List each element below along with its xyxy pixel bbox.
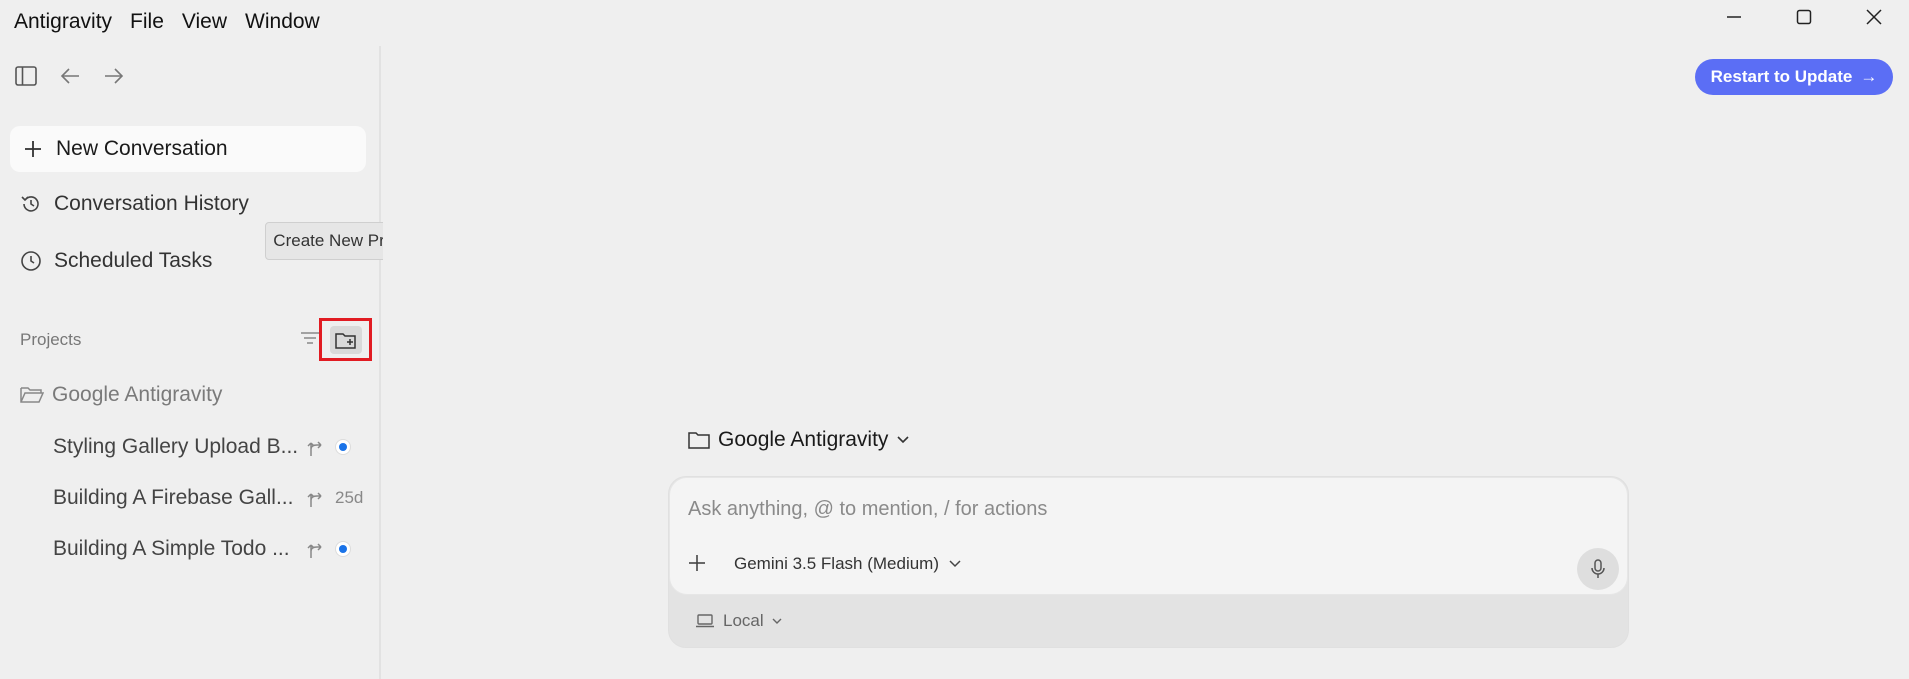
window-controls (1699, 0, 1909, 34)
conversation-age: 25d (335, 488, 364, 507)
branch-icon (303, 437, 327, 457)
arrow-left-icon (60, 68, 79, 84)
microphone-button[interactable] (1577, 548, 1619, 590)
menu-view[interactable]: View (182, 10, 227, 34)
branch-icon (303, 488, 327, 508)
filter-icon (301, 332, 319, 344)
chevron-down-icon (949, 560, 961, 568)
conversation-title: Building A Firebase Gall... (53, 486, 294, 509)
project-name: Google Antigravity (52, 383, 223, 406)
plus-icon (689, 555, 705, 571)
minimize-icon (1727, 16, 1741, 18)
create-project-button[interactable] (319, 318, 372, 361)
composer-box: Ask anything, @ to mention, / for action… (669, 477, 1628, 595)
menu-bar: Antigravity File View Window (14, 10, 320, 34)
plus-icon (25, 141, 41, 157)
chevron-down-icon (772, 618, 782, 624)
conversation-title: Styling Gallery Upload B... (53, 435, 299, 458)
status-dot-icon (335, 439, 351, 455)
location-selector[interactable]: Local (695, 611, 782, 631)
forward-button[interactable] (102, 64, 126, 88)
conversation-item[interactable]: Building A Firebase Gall... 25d (53, 486, 373, 510)
menu-file[interactable]: File (130, 10, 164, 34)
main-panel: Restart to Update → Google Antigravity A… (383, 46, 1909, 679)
folder-plus-icon (334, 332, 356, 349)
workspace-name: Google Antigravity (718, 428, 889, 451)
close-icon (1866, 9, 1882, 25)
minimize-button[interactable] (1699, 0, 1769, 34)
menu-app[interactable]: Antigravity (14, 10, 112, 34)
status-dot-icon (335, 541, 351, 557)
conversation-history-item[interactable]: Conversation History (20, 192, 249, 216)
clock-icon (21, 251, 41, 271)
arrow-right-icon (105, 68, 124, 84)
filter-button[interactable] (300, 329, 320, 352)
new-conversation-button[interactable]: New Conversation (10, 126, 366, 172)
project-google-antigravity[interactable]: Google Antigravity (20, 383, 222, 407)
conversation-item[interactable]: Building A Simple Todo ... (53, 537, 373, 561)
folder-open-icon (20, 387, 44, 403)
sidebar-toolbar (14, 64, 126, 88)
toggle-sidebar-button[interactable] (14, 64, 38, 88)
back-button[interactable] (58, 64, 82, 88)
menu-window[interactable]: Window (245, 10, 320, 34)
new-conversation-label: New Conversation (56, 137, 228, 160)
location-label: Local (723, 611, 764, 630)
arrow-right-icon: → (1860, 67, 1878, 86)
branch-icon (303, 539, 327, 559)
projects-heading: Projects (20, 330, 82, 349)
model-name: Gemini 3.5 Flash (Medium) (734, 554, 940, 573)
microphone-icon (1591, 559, 1605, 578)
composer: Ask anything, @ to mention, / for action… (668, 476, 1629, 648)
title-bar: Antigravity File View Window (0, 0, 1909, 46)
close-button[interactable] (1839, 0, 1909, 34)
laptop-icon (696, 614, 714, 628)
chevron-down-icon (897, 436, 910, 444)
conversation-title: Building A Simple Todo ... (53, 537, 290, 560)
restart-label: Restart to Update (1710, 67, 1853, 86)
workspace-selector[interactable]: Google Antigravity (688, 428, 910, 452)
sidebar: New Conversation Conversation History Sc… (0, 46, 381, 679)
scheduled-tasks-item[interactable]: Scheduled Tasks (20, 249, 212, 273)
folder-icon (688, 432, 710, 449)
scheduled-tasks-label: Scheduled Tasks (54, 249, 213, 272)
conversation-history-label: Conversation History (54, 192, 249, 215)
restart-to-update-button[interactable]: Restart to Update → (1695, 59, 1893, 95)
chat-input[interactable]: Ask anything, @ to mention, / for action… (688, 498, 1047, 521)
add-context-button[interactable] (688, 554, 706, 577)
conversation-item[interactable]: Styling Gallery Upload B... (53, 435, 373, 459)
maximize-button[interactable] (1769, 0, 1839, 34)
model-selector[interactable]: Gemini 3.5 Flash (Medium) (734, 554, 961, 574)
history-icon (21, 196, 39, 212)
maximize-icon (1796, 9, 1812, 25)
sidebar-panel-icon (15, 66, 37, 86)
